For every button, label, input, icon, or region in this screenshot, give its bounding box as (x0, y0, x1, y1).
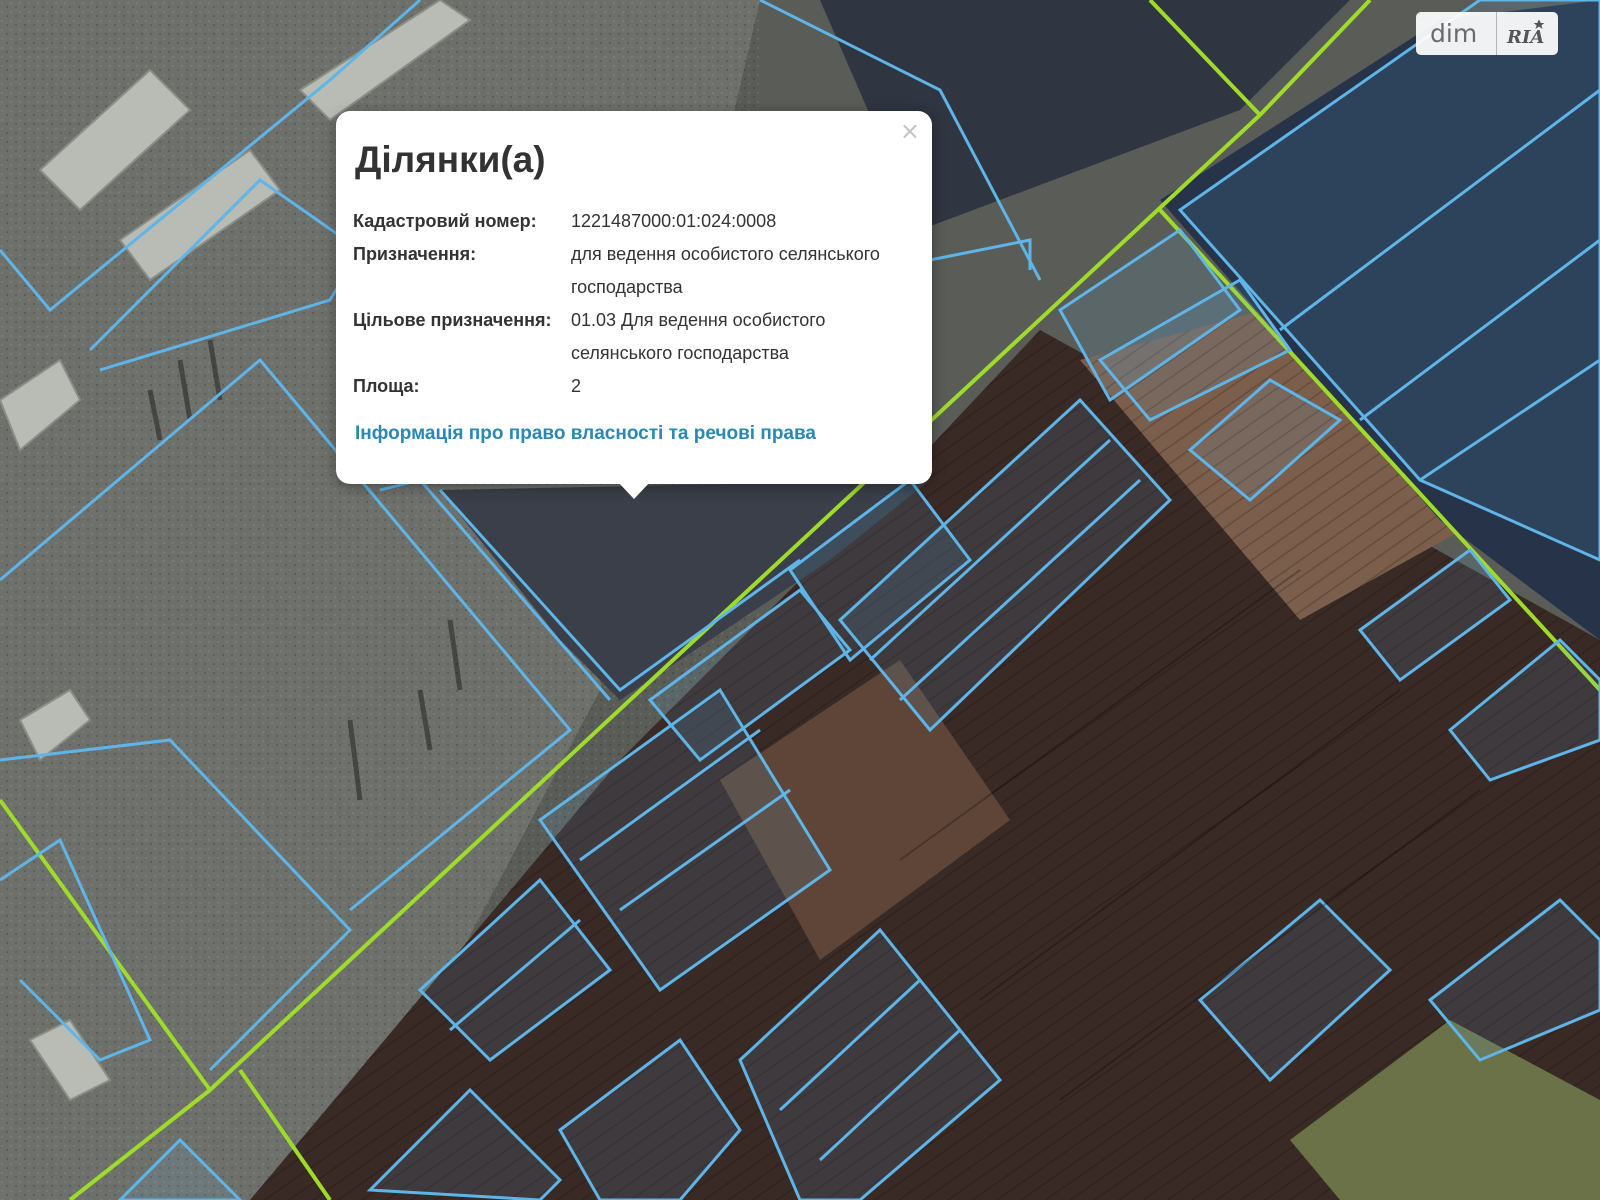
parcel-properties-table: Кадастровий номер: 1221487000:01:024:000… (353, 205, 913, 403)
property-value: 2 (571, 376, 582, 396)
property-row-purpose: Призначення: для ведення особистого селя… (353, 238, 913, 304)
dimria-logo[interactable]: dim RIA (1416, 12, 1558, 55)
property-row-area: Площа: 2 (353, 370, 913, 403)
ownership-rights-link[interactable]: Інформація про право власності та речові… (355, 423, 916, 445)
close-icon[interactable]: × (900, 119, 920, 143)
property-key: Цільове призначення: (353, 310, 552, 330)
property-value: для ведення особистого селянського госпо… (571, 244, 880, 297)
logo-divider (1496, 12, 1497, 55)
svg-text:RIA: RIA (1506, 27, 1544, 48)
parcel-info-popup: × Ділянки(а) Кадастровий номер: 12214870… (336, 111, 932, 484)
property-key: Площа: (353, 376, 420, 396)
popup-pointer (618, 482, 650, 499)
property-row-cadastral: Кадастровий номер: 1221487000:01:024:000… (353, 205, 913, 238)
property-value: 1221487000:01:024:0008 (571, 211, 777, 231)
popup-title: Ділянки(а) (355, 139, 546, 180)
property-value: 01.03 Для ведення особистого селянського… (571, 310, 826, 363)
property-key: Призначення: (353, 244, 477, 264)
property-key: Кадастровий номер: (353, 211, 537, 231)
ria-logo-mark: RIA (1503, 17, 1555, 51)
property-row-target-purpose: Цільове призначення: 01.03 Для ведення о… (353, 304, 913, 370)
logo-dim-text: dim (1430, 19, 1478, 48)
